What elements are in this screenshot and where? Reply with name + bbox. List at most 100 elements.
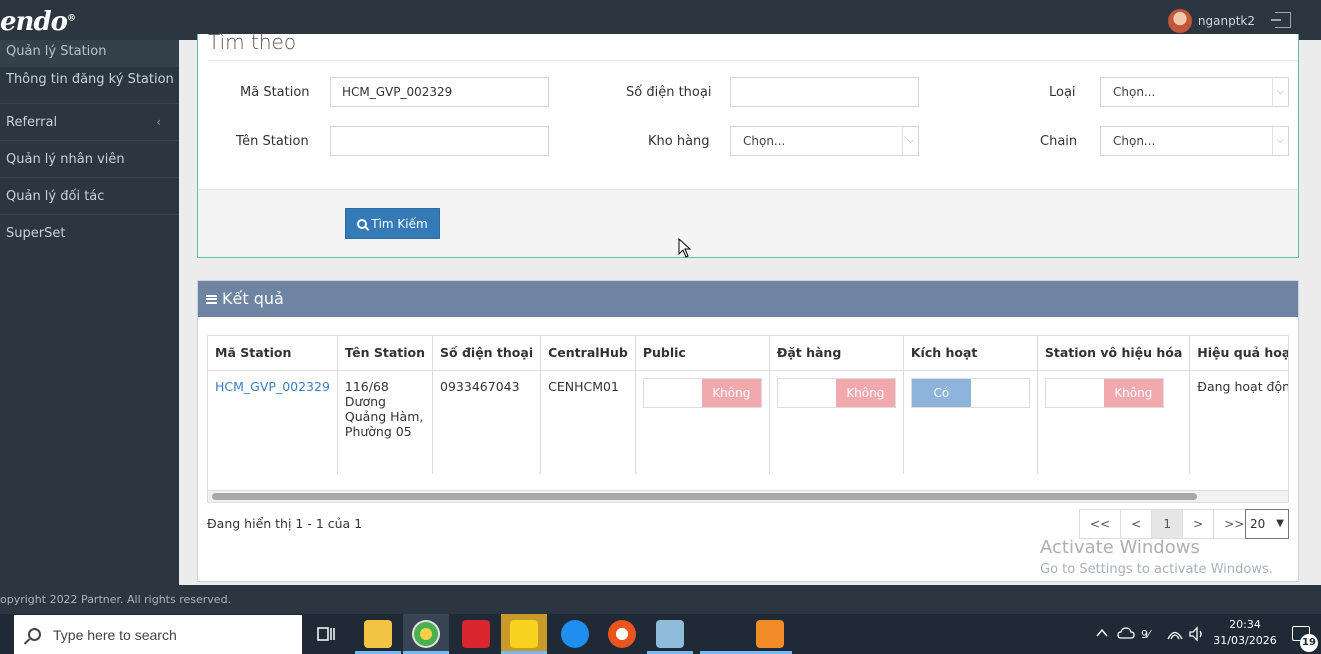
page-number-button[interactable]: 1 bbox=[1151, 509, 1184, 539]
search-panel: Tìm theo Mã Station Tên Station Số điện … bbox=[197, 30, 1299, 258]
cell-dat-hang: Không bbox=[769, 370, 904, 474]
cell-vo-hieu-hoa: Không bbox=[1037, 370, 1191, 474]
clock-time: 20:34 bbox=[1229, 618, 1261, 631]
app-icon[interactable] bbox=[756, 620, 784, 648]
column-header[interactable]: Đặt hàng bbox=[769, 336, 904, 371]
station-link[interactable]: HCM_GVP_002329 bbox=[215, 379, 330, 394]
kho-hang-label: Kho hàng bbox=[648, 134, 710, 149]
sidebar-item-quan-ly-doi-tac[interactable]: Quản lý đối tác bbox=[0, 178, 179, 215]
column-header[interactable]: Tên Station bbox=[337, 336, 434, 371]
public-toggle[interactable]: Không bbox=[642, 377, 762, 408]
column-header[interactable]: CentralHub bbox=[540, 336, 636, 371]
pagination-info: Đang hiển thị 1 - 1 của 1 bbox=[207, 516, 363, 531]
page-size-value: 20 bbox=[1250, 517, 1266, 531]
chevron-down-icon: ⌵ bbox=[1272, 127, 1288, 155]
column-header[interactable]: Hiệu quả hoạt động bbox=[1189, 336, 1288, 371]
svg-text:9⁄: 9⁄ bbox=[1141, 628, 1152, 641]
zalo-icon[interactable] bbox=[561, 620, 589, 648]
sidebar-item-label: Thông tin đăng ký Station bbox=[6, 72, 174, 87]
sidebar-item-quan-ly-nhan-vien[interactable]: Quản lý nhân viên bbox=[0, 141, 179, 178]
taskbar-clock[interactable]: 20:34 31/03/2026 bbox=[1208, 617, 1282, 649]
sidebar-item-label: Quản lý Station bbox=[6, 44, 107, 59]
user-menu[interactable]: nganptk2 bbox=[1167, 9, 1255, 33]
chevron-down-icon: ⌵ bbox=[1272, 78, 1288, 106]
page-size-select[interactable]: 20 ▼ bbox=[1245, 509, 1289, 539]
loai-select-value: Chọn... bbox=[1113, 85, 1156, 99]
page-footer: opyright 2022 Partner. All rights reserv… bbox=[0, 585, 1321, 614]
dat-hang-toggle[interactable]: Không bbox=[776, 377, 896, 408]
page-prev-button[interactable]: < bbox=[1120, 509, 1153, 539]
search-button[interactable]: Tìm Kiếm bbox=[345, 208, 440, 239]
sticky-notes-icon[interactable] bbox=[510, 620, 538, 648]
input-method-icon[interactable]: 9⁄ bbox=[1141, 626, 1159, 642]
notification-badge: 19 bbox=[1300, 634, 1318, 652]
so-dien-thoai-input[interactable] bbox=[730, 77, 919, 107]
column-header[interactable]: Station vô hiệu hóa bbox=[1037, 336, 1191, 371]
chain-select[interactable]: Chọn... ⌵ bbox=[1100, 126, 1289, 156]
pagination: << < 1 > >> bbox=[1079, 509, 1256, 539]
cell-public: Không bbox=[635, 370, 770, 474]
column-header[interactable]: Mã Station bbox=[208, 336, 338, 371]
chevron-up-icon[interactable] bbox=[1096, 628, 1108, 638]
so-dien-thoai-label: Số điện thoại bbox=[626, 85, 712, 100]
taskbar-search[interactable]: Type here to search bbox=[14, 615, 302, 654]
browser-icon[interactable] bbox=[412, 620, 440, 648]
username: nganptk2 bbox=[1197, 14, 1255, 28]
clock-date: 31/03/2026 bbox=[1213, 634, 1277, 647]
sidebar-item-label: SuperSet bbox=[6, 226, 66, 241]
toggle-on-label: Có bbox=[911, 378, 971, 407]
app-icon[interactable] bbox=[608, 620, 636, 648]
copyright-text: opyright 2022 Partner. All rights reserv… bbox=[0, 593, 232, 606]
table-row: HCM_GVP_002329 116/68 Dương Quảng Hàm, P… bbox=[208, 370, 1288, 474]
activate-windows-subtitle: Go to Settings to activate Windows. bbox=[1040, 562, 1273, 577]
brand-logo[interactable]: endo® bbox=[0, 7, 76, 37]
ten-station-input[interactable] bbox=[330, 126, 549, 156]
loai-select[interactable]: Chọn... ⌵ bbox=[1100, 77, 1289, 107]
search-icon bbox=[28, 628, 41, 641]
kho-hang-select[interactable]: Chọn... ⌵ bbox=[730, 126, 919, 156]
column-header[interactable]: Public bbox=[635, 336, 770, 371]
scrollbar-thumb[interactable] bbox=[212, 493, 1197, 500]
sidebar-item-superset[interactable]: SuperSet bbox=[0, 215, 179, 252]
search-button-label: Tìm Kiếm bbox=[371, 216, 428, 231]
cloud-icon[interactable] bbox=[1117, 626, 1135, 642]
wps-office-icon[interactable] bbox=[462, 620, 490, 648]
page-next-button[interactable]: > bbox=[1182, 509, 1215, 539]
toggle-off-label: Không bbox=[1103, 378, 1163, 407]
sidebar-item-thong-tin-dang-ky-station[interactable]: Thông tin đăng ký Station bbox=[0, 67, 179, 104]
cell-kich-hoat: Có bbox=[903, 370, 1038, 474]
task-view-icon[interactable] bbox=[317, 626, 335, 642]
sidebar-item-referral[interactable]: Referral ‹ bbox=[0, 104, 179, 141]
volume-icon[interactable] bbox=[1188, 626, 1206, 642]
chain-label: Chain bbox=[1040, 134, 1078, 149]
sidebar-item-label: Quản lý nhân viên bbox=[6, 152, 125, 167]
wifi-icon[interactable] bbox=[1166, 626, 1184, 642]
results-title: Kết quả bbox=[222, 289, 284, 308]
vo-hieu-hoa-toggle[interactable]: Không bbox=[1044, 377, 1164, 408]
sidebar-item-quan-ly-station[interactable]: Quản lý Station bbox=[0, 40, 179, 67]
logout-icon[interactable] bbox=[1271, 12, 1291, 28]
ma-station-input[interactable] bbox=[330, 77, 549, 107]
page-first-button[interactable]: << bbox=[1079, 509, 1122, 539]
file-explorer-icon[interactable] bbox=[364, 620, 392, 648]
search-footer: Tìm Kiếm bbox=[198, 189, 1298, 257]
cell-so-dien-thoai: 0933467043 bbox=[432, 370, 542, 474]
brand-logo-text: endo bbox=[0, 7, 68, 37]
column-header[interactable]: Số điện thoại bbox=[432, 336, 542, 371]
cell-ma-station: HCM_GVP_002329 bbox=[208, 370, 338, 474]
kich-hoat-toggle[interactable]: Có bbox=[910, 377, 1030, 408]
results-table-container: Mã Station Tên Station Số điện thoại Cen… bbox=[207, 335, 1289, 491]
table-header-row: Mã Station Tên Station Số điện thoại Cen… bbox=[208, 336, 1288, 371]
cell-ten-station: 116/68 Dương Quảng Hàm, Phường 05 bbox=[337, 370, 434, 474]
toggle-off-label: Không bbox=[835, 378, 895, 407]
notepad-icon[interactable] bbox=[656, 620, 684, 648]
divider bbox=[208, 60, 1298, 61]
loai-label: Loại bbox=[1049, 85, 1076, 100]
sidebar-item-label: Quản lý đối tác bbox=[6, 189, 105, 204]
chevron-down-icon: ⌵ bbox=[902, 127, 918, 155]
cell-hieu-qua: Đang hoạt động bbox=[1189, 370, 1288, 474]
column-header[interactable]: Kích hoạt bbox=[903, 336, 1038, 371]
ma-station-label: Mã Station bbox=[240, 85, 310, 100]
cell-central-hub: CENHCM01 bbox=[540, 370, 636, 474]
horizontal-scrollbar[interactable] bbox=[207, 491, 1289, 503]
